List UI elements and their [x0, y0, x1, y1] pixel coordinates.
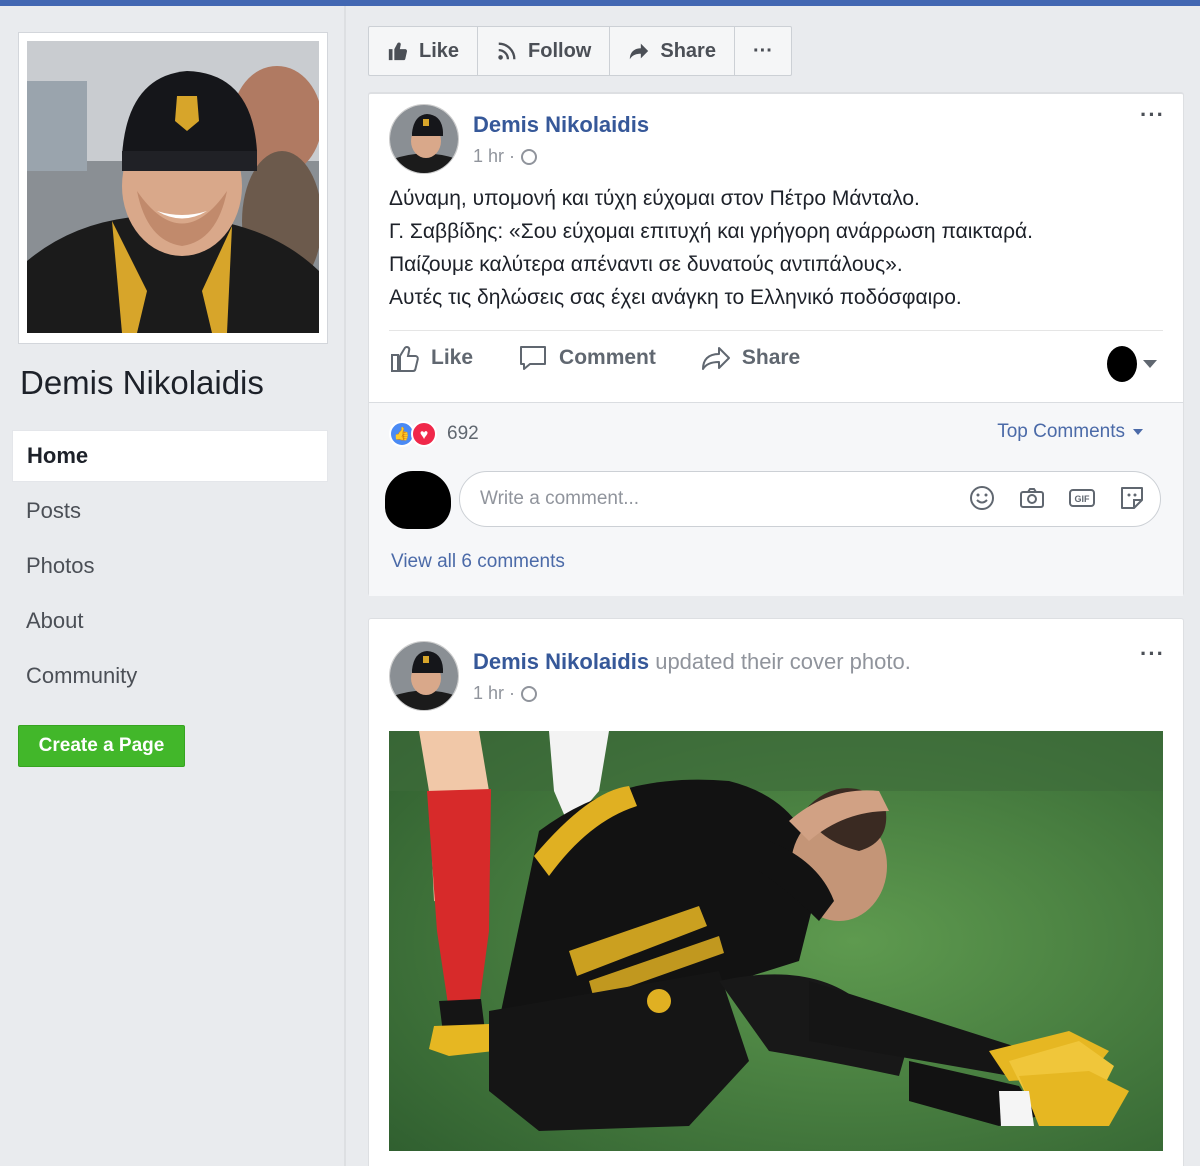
author-avatar-image [390, 105, 458, 173]
redacted-avatar [385, 471, 451, 529]
page-like-button[interactable]: Like [369, 27, 479, 75]
profile-photo-image [27, 41, 319, 333]
cover-photo-graphic [389, 731, 1163, 1151]
more-icon: ··· [752, 39, 773, 62]
sidebar-item-posts[interactable]: Posts [12, 485, 328, 537]
post-body: Δύναμη, υπομονή και τύχη εύχομαι στον Πέ… [389, 182, 1169, 314]
left-sidebar: Demis Nikolaidis Home Posts Photos About… [0, 6, 346, 1166]
post-text-line: Αυτές τις δηλώσεις σας έχει ανάγκη το Ελ… [389, 286, 962, 309]
timestamp-text: 1 hr · [473, 146, 516, 166]
rss-icon [498, 42, 516, 60]
avatar[interactable] [389, 641, 459, 711]
share-arrow-icon [701, 347, 730, 370]
globe-icon [521, 148, 538, 165]
sidebar-item-photos[interactable]: Photos [12, 540, 328, 592]
thumbs-up-icon [388, 42, 408, 61]
post-action-row: Like Comment Share [389, 342, 800, 374]
gif-icon[interactable]: GIF [1068, 484, 1096, 512]
more-options-button[interactable]: ··· [735, 27, 791, 75]
profile-picture[interactable] [18, 32, 328, 344]
view-all-comments-link[interactable]: View all 6 comments [391, 551, 565, 573]
emoji-icon[interactable] [968, 484, 996, 512]
post-options-button[interactable]: ··· [1140, 641, 1165, 667]
reaction-count: 692 [447, 423, 479, 444]
comment-label: Comment [559, 346, 656, 369]
chevron-down-icon [1133, 429, 1143, 435]
avatar[interactable] [389, 104, 459, 174]
follow-label: Follow [528, 39, 592, 62]
page-like-label: Like [419, 39, 460, 62]
thumbs-up-outline-icon [391, 346, 419, 372]
author-name[interactable]: Demis Nikolaidis [473, 649, 649, 674]
page-action-bar: Like Follow Share ··· [368, 26, 792, 76]
cover-photo-image[interactable] [389, 731, 1163, 1151]
globe-icon [521, 685, 538, 702]
reaction-summary[interactable]: 👍 ♥ 692 [389, 421, 479, 447]
post-text-line: Δύναμη, υπομονή και τύχη εύχομαι στον Πέ… [389, 187, 920, 210]
follow-button[interactable]: Follow [478, 27, 611, 75]
sidebar-item-community[interactable]: Community [12, 650, 328, 702]
timestamp-text: 1 hr · [473, 683, 516, 703]
post-author: Demis Nikolaidis updated their cover pho… [473, 649, 911, 675]
page-share-label: Share [660, 39, 716, 62]
page-title[interactable]: Demis Nikolaidis [20, 364, 264, 402]
post-author[interactable]: Demis Nikolaidis [473, 112, 649, 138]
post-like-button[interactable]: Like [389, 342, 473, 374]
comment-icon [520, 346, 547, 370]
page-share-button[interactable]: Share [610, 27, 735, 75]
top-comments-label: Top Comments [997, 421, 1125, 442]
create-page-button[interactable]: Create a Page [18, 725, 185, 767]
post-text-line: Γ. Σαββίδης: «Σου εύχομαι επιτυχή και γρ… [389, 220, 1033, 243]
sidebar-nav: Home Posts Photos About Community [12, 430, 328, 705]
post-action-text: updated their cover photo. [655, 649, 911, 674]
comment-placeholder: Write a comment... [480, 488, 640, 509]
post-share-button[interactable]: Share [700, 342, 800, 374]
love-reaction-icon: ♥ [411, 421, 437, 447]
redacted-avatar [1107, 346, 1137, 382]
post-options-button[interactable]: ··· [1140, 102, 1165, 128]
post-timestamp[interactable]: 1 hr · [473, 146, 538, 167]
reactions-section: 👍 ♥ 692 Top Comments Write a comment... … [369, 402, 1183, 596]
sidebar-item-about[interactable]: About [12, 595, 328, 647]
sidebar-item-home[interactable]: Home [12, 430, 328, 482]
post-card: Demis Nikolaidis updated their cover pho… [368, 618, 1184, 1166]
share-arrow-icon [630, 43, 649, 60]
post-text-line: Παίζουμε καλύτερα απέναντι σε δυνατούς α… [389, 253, 903, 276]
sticker-icon[interactable] [1118, 484, 1146, 512]
svg-text:GIF: GIF [1075, 494, 1091, 504]
post-timestamp[interactable]: 1 hr · [473, 683, 538, 704]
comment-sort-dropdown[interactable]: Top Comments [997, 421, 1143, 443]
camera-icon[interactable] [1018, 484, 1046, 512]
chevron-down-icon [1143, 360, 1157, 368]
audience-selector[interactable] [1107, 346, 1157, 382]
share-label: Share [741, 346, 801, 369]
author-avatar-image [390, 642, 458, 710]
comment-button[interactable]: Comment [517, 342, 656, 374]
comment-input[interactable]: Write a comment... GIF [459, 471, 1161, 527]
post-card: Demis Nikolaidis 1 hr · ··· Δύναμη, υπομ… [368, 92, 1184, 596]
like-label: Like [431, 346, 474, 369]
author-name[interactable]: Demis Nikolaidis [473, 112, 649, 137]
comment-input-tools: GIF [968, 484, 1146, 512]
divider [389, 330, 1163, 331]
main-feed: Like Follow Share ··· Demis Nikolaidis 1… [348, 6, 1200, 1166]
